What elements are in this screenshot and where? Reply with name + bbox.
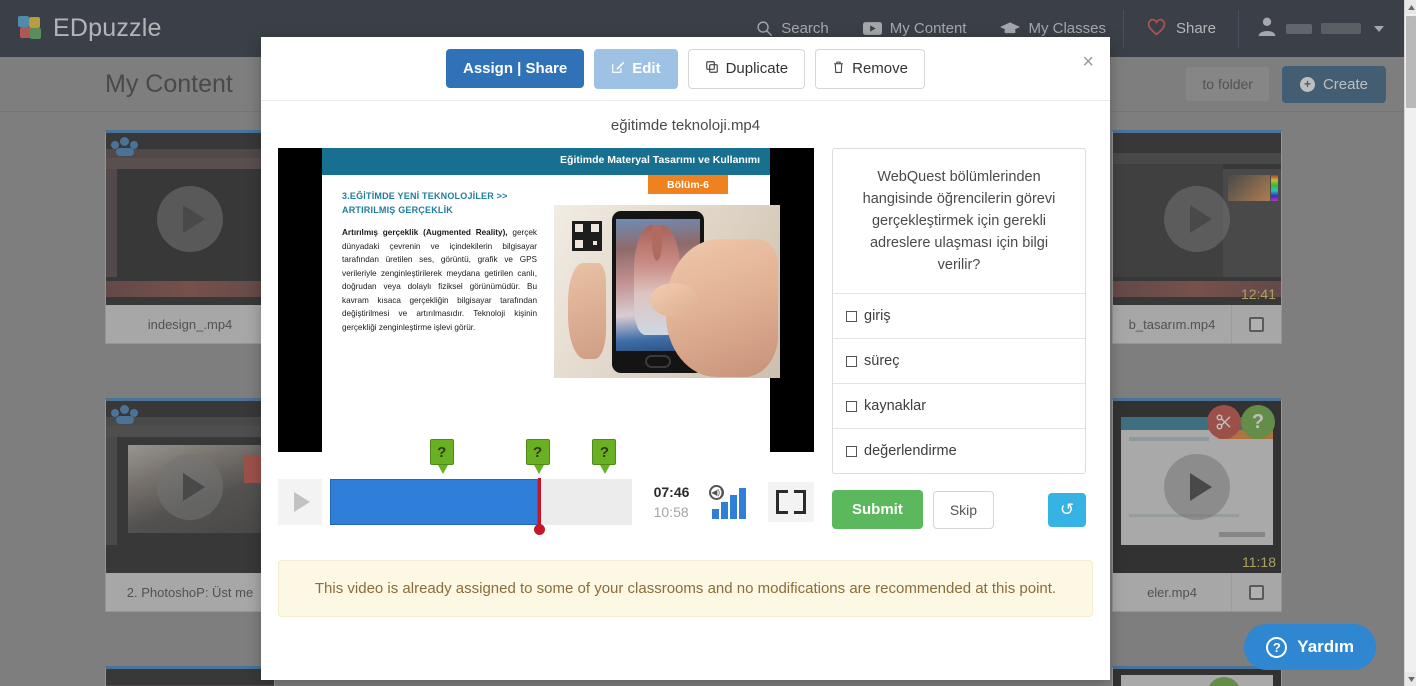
play-icon <box>293 492 310 512</box>
modal-video-title: eğitimde teknoloji.mp4 <box>610 117 761 134</box>
volume-bar-2 <box>721 502 729 519</box>
progress-fill <box>330 479 538 525</box>
remove-button[interactable]: Remove <box>815 48 925 89</box>
slide-section-badge: Bölüm-6 <box>648 175 728 194</box>
question-marker-3[interactable]: ? <box>592 439 617 474</box>
answer-checkbox[interactable] <box>846 445 857 457</box>
slide-header-bar: Eğitimde Materyal Tasarımı ve Kullanımı <box>322 148 770 175</box>
play-button[interactable] <box>278 479 323 525</box>
question-marker-1[interactable]: ? <box>429 439 454 474</box>
answer-option-4[interactable]: değerlendirme <box>833 429 1085 473</box>
edit-label: Edit <box>632 60 661 77</box>
volume-bar-1 <box>712 509 720 519</box>
screenshot-root: EDpuzzle Search My Content My Classes Sh… <box>0 0 1416 686</box>
edit-button[interactable]: Edit <box>594 48 678 89</box>
answer-checkbox[interactable] <box>846 355 857 367</box>
help-widget-label: Yardım <box>1297 637 1354 656</box>
question-marker-label: ? <box>437 443 447 461</box>
scroll-up-arrow-icon[interactable] <box>1405 0 1416 14</box>
current-time: 07:46 <box>653 483 690 500</box>
assignment-notice: This video is already assigned to some o… <box>278 560 1093 617</box>
fullscreen-icon <box>775 490 788 502</box>
playhead-handle[interactable] <box>533 478 545 535</box>
modal-body: Eğitimde Materyal Tasarımı ve Kullanımı … <box>261 148 1110 538</box>
answer-label: değerlendirme <box>864 443 957 460</box>
volume-bar-3 <box>730 495 738 519</box>
time-display: 07:46 10:58 <box>654 482 690 523</box>
question-circle-icon: ? <box>1266 636 1288 658</box>
question-box: WebQuest bölümlerinden hangisinde öğrenc… <box>832 148 1086 475</box>
copy-icon <box>705 60 719 78</box>
answer-option-1[interactable]: giriş <box>833 294 1085 340</box>
slide-heading: 3.EĞİTİMDE YENİ TEKNOLOJİLER >> ARTIRILM… <box>342 191 508 215</box>
video-detail-modal: Assign | Share Edit Duplicate Remove × e… <box>261 37 1110 680</box>
trash-icon <box>832 60 845 78</box>
total-time: 10:58 <box>653 504 689 520</box>
fullscreen-button[interactable] <box>767 482 814 522</box>
answer-option-3[interactable]: kaynaklar <box>833 384 1085 430</box>
help-widget-button[interactable]: ? Yardım <box>1244 624 1376 670</box>
duplicate-button[interactable]: Duplicate <box>687 48 806 89</box>
qr-marker-icon <box>572 221 602 251</box>
assign-share-button[interactable]: Assign | Share <box>446 49 585 88</box>
answer-label: giriş <box>864 308 891 325</box>
slide-paragraph-text: gerçek dünyadaki çevrenin ve içindekiler… <box>342 228 537 332</box>
scroll-down-arrow-icon[interactable] <box>1405 672 1416 686</box>
volume-bar-4 <box>739 488 747 519</box>
answer-label: kaynaklar <box>864 398 927 415</box>
progress-track[interactable]: ? ? ? <box>330 439 632 535</box>
video-player: Eğitimde Materyal Tasarımı ve Kullanımı … <box>278 148 814 538</box>
slide-body-text: Artırılmış gerçeklik (Augmented Reality)… <box>342 226 537 334</box>
skip-button[interactable]: Skip <box>932 490 995 529</box>
duplicate-label: Duplicate <box>725 60 789 77</box>
question-marker-label: ? <box>599 443 609 461</box>
volume-control[interactable]: ◀)) <box>709 485 751 519</box>
question-panel: WebQuest bölümlerinden hangisinde öğrenc… <box>832 148 1086 538</box>
answer-label: süreç <box>864 353 900 370</box>
slide-header-text: Eğitimde Materyal Tasarımı ve Kullanımı <box>560 154 760 166</box>
pencil-square-icon <box>611 60 625 78</box>
answer-checkbox[interactable] <box>846 310 857 322</box>
modal-toolbar: Assign | Share Edit Duplicate Remove × <box>261 37 1110 101</box>
page-scrollbar[interactable] <box>1404 0 1416 686</box>
close-icon[interactable]: × <box>1082 51 1094 74</box>
remove-label: Remove <box>852 60 908 77</box>
assign-share-label: Assign | Share <box>463 60 568 77</box>
question-marker-2[interactable]: ? <box>525 439 550 474</box>
player-controls: ? ? ? 07:46 10:58 ◀)) <box>278 439 814 538</box>
slide-lead-text: Artırılmış gerçeklik (Augmented Reality)… <box>342 228 508 237</box>
question-actions: Submit Skip ↺ <box>832 490 1086 530</box>
answer-checkbox[interactable] <box>846 400 857 412</box>
question-text: WebQuest bölümlerinden hangisinde öğrenc… <box>833 149 1085 295</box>
submit-button[interactable]: Submit <box>832 490 923 530</box>
scrollbar-thumb[interactable] <box>1406 16 1416 108</box>
replay-icon[interactable]: ↺ <box>1048 492 1086 527</box>
volume-icon: ◀)) <box>709 485 725 500</box>
question-marker-label: ? <box>533 443 543 461</box>
video-frame[interactable]: Eğitimde Materyal Tasarımı ve Kullanımı … <box>278 148 814 452</box>
ar-demo-photo <box>554 205 780 378</box>
answer-option-2[interactable]: süreç <box>833 339 1085 385</box>
